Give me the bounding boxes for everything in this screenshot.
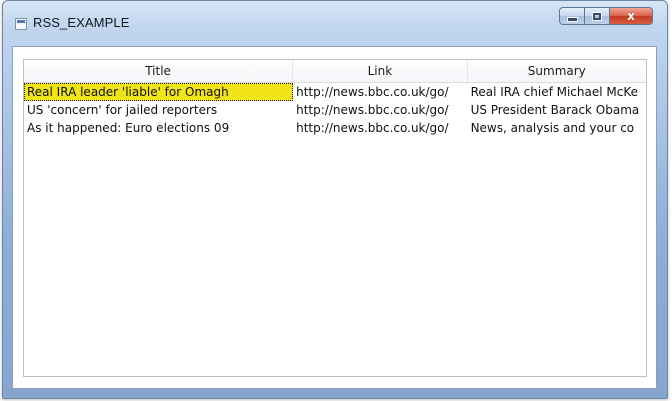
table-header: Title Link Summary (24, 60, 646, 83)
table-row[interactable]: Real IRA leader 'liable' for Omagh http:… (24, 83, 646, 101)
cell-link[interactable]: http://news.bbc.co.uk/go/ (293, 83, 467, 101)
cell-summary[interactable]: News, analysis and your co (468, 119, 646, 137)
maximize-button[interactable] (585, 7, 610, 25)
cell-summary[interactable]: US President Barack Obama (468, 101, 646, 119)
window-title: RSS_EXAMPLE (33, 15, 130, 30)
close-icon: x (627, 9, 635, 23)
table-body: Real IRA leader 'liable' for Omagh http:… (24, 83, 646, 137)
minimize-button[interactable] (559, 7, 585, 25)
table-row[interactable]: As it happened: Euro elections 09 http:/… (24, 119, 646, 137)
rss-table[interactable]: Title Link Summary Real IRA leader 'liab… (23, 59, 647, 377)
title-bar[interactable]: RSS_EXAMPLE x (3, 1, 667, 43)
cell-link[interactable]: http://news.bbc.co.uk/go/ (293, 119, 467, 137)
cell-title[interactable]: Real IRA leader 'liable' for Omagh (24, 83, 294, 101)
cell-title[interactable]: US 'concern' for jailed reporters (24, 101, 293, 119)
cell-title[interactable]: As it happened: Euro elections 09 (24, 119, 293, 137)
column-header-summary[interactable]: Summary (468, 60, 646, 82)
table-row[interactable]: US 'concern' for jailed reporters http:/… (24, 101, 646, 119)
client-area: Title Link Summary Real IRA leader 'liab… (12, 46, 657, 389)
column-header-link[interactable]: Link (293, 60, 468, 82)
cell-link[interactable]: http://news.bbc.co.uk/go/ (293, 101, 467, 119)
app-window: RSS_EXAMPLE x Title Link Summary Real IR… (2, 0, 668, 399)
caption-buttons: x (559, 7, 653, 25)
column-header-title[interactable]: Title (24, 60, 294, 82)
app-window-icon[interactable] (15, 18, 27, 30)
cell-summary[interactable]: Real IRA chief Michael McKe (468, 83, 646, 101)
minimize-icon (566, 16, 578, 22)
close-button[interactable]: x (610, 7, 653, 25)
maximize-icon (592, 11, 602, 21)
